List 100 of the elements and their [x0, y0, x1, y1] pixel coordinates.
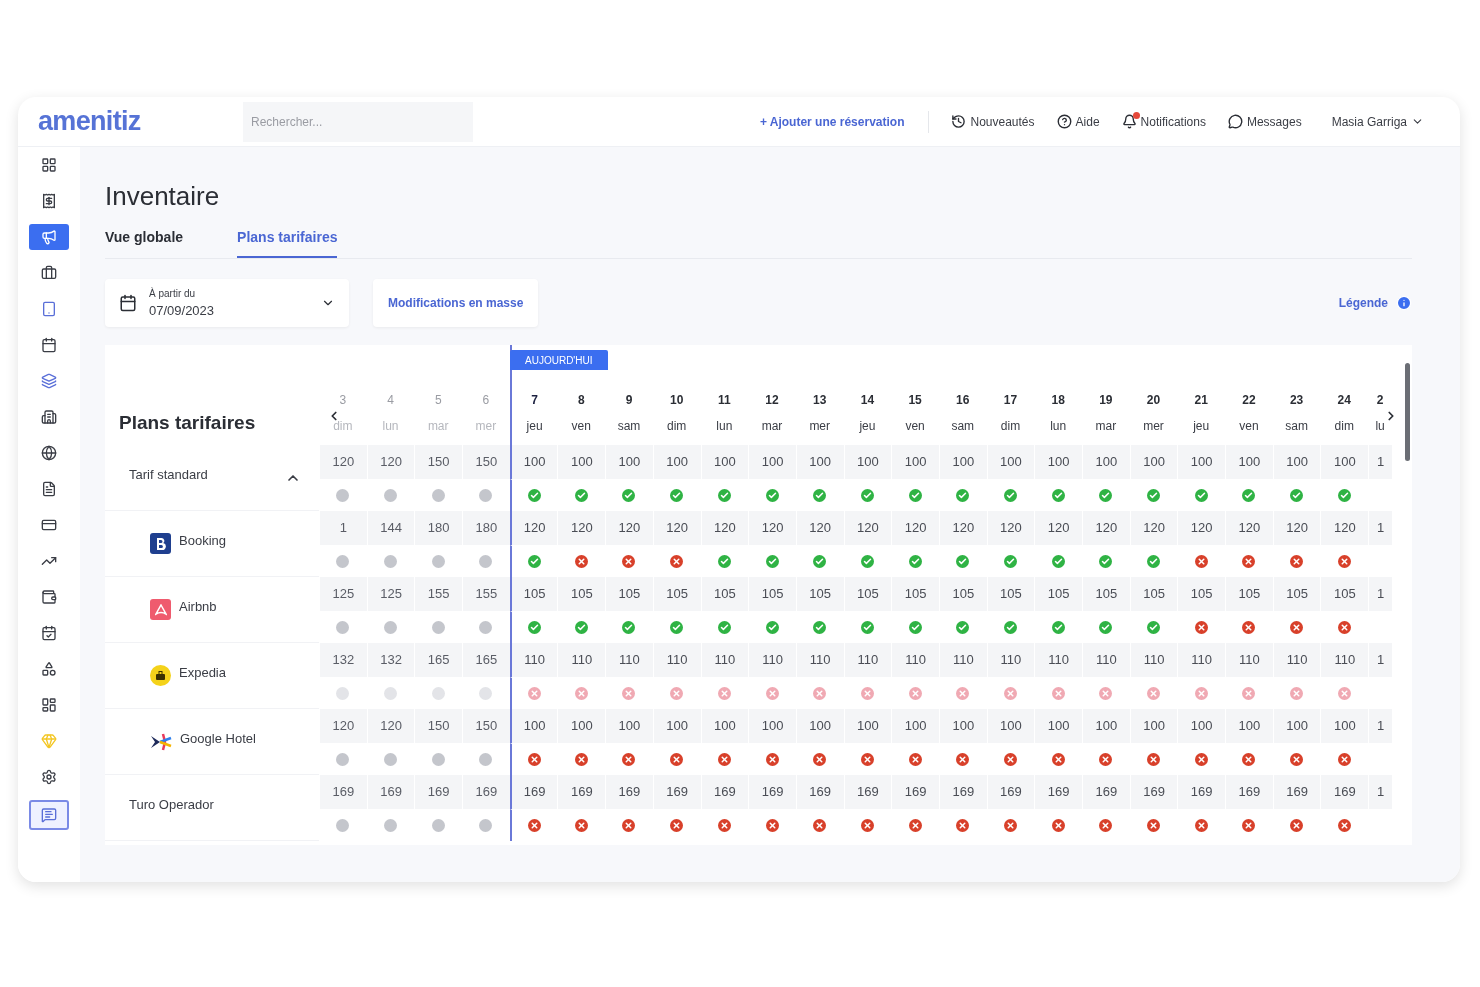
chat-icon	[1227, 114, 1243, 129]
gem-icon	[41, 733, 57, 749]
day-number: 24	[1337, 392, 1351, 409]
legend-link[interactable]: Légende	[1338, 294, 1412, 312]
dashboard-icon	[41, 697, 57, 713]
logo[interactable]: amenitiz	[18, 101, 243, 142]
info-icon	[1396, 295, 1412, 311]
weekday-label: lu	[1375, 418, 1385, 435]
grid-heading: Plans tarifaires	[119, 410, 256, 435]
day-number: 21	[1194, 392, 1208, 409]
today-badge: AUJOURD'HUI	[509, 350, 608, 370]
header-link[interactable]: Notifications	[1121, 112, 1206, 131]
weekday-label: dim	[1000, 418, 1021, 435]
tablet-icon	[41, 301, 57, 317]
weekday-label: sam	[1285, 418, 1308, 435]
calendar-icon	[41, 337, 57, 353]
document-icon	[41, 481, 57, 497]
bell-icon	[1121, 114, 1137, 129]
tab[interactable]: Plans tarifaires	[237, 227, 338, 258]
header-link[interactable]: Nouveautés	[951, 112, 1035, 131]
weekday-label: mer	[809, 418, 831, 435]
weekday-label: dim	[667, 418, 687, 435]
shapes-icon	[41, 661, 57, 677]
day-number: 14	[860, 392, 875, 409]
tab[interactable]: Vue globale	[105, 227, 184, 258]
globe-icon	[41, 445, 57, 461]
day-number: 22	[1242, 392, 1256, 409]
chat-icon	[41, 807, 57, 823]
price-cell[interactable]: 1	[1377, 782, 1385, 802]
weekday-label: ven	[571, 418, 591, 435]
card-icon	[41, 517, 57, 533]
wallet-icon	[41, 589, 57, 605]
add-booking-link[interactable]: + Ajouter une réservation	[759, 110, 930, 133]
weekday-label: jeu	[1193, 418, 1210, 435]
date-value: 07/09/2023	[149, 301, 215, 320]
weekday-label: dim	[1334, 418, 1354, 435]
price-cell[interactable]: 1	[1377, 650, 1385, 670]
weekday-label: dim	[333, 418, 353, 435]
day-number: 23	[1289, 392, 1304, 409]
day-number: 16	[956, 392, 970, 409]
weekday-label: jeu	[859, 418, 876, 435]
header-link[interactable]: Aide	[1056, 112, 1100, 131]
megaphone-icon	[41, 229, 57, 245]
day-number: 11	[718, 392, 731, 409]
b-logo-icon	[150, 533, 171, 554]
weekday-label: ven	[1239, 418, 1259, 435]
weekday-label: sam	[951, 418, 975, 435]
weekday-label: mer	[475, 418, 497, 435]
day-number: 13	[813, 392, 827, 409]
day-number: 17	[1003, 392, 1018, 409]
day-number: 19	[1099, 392, 1113, 409]
suitcase-logo-icon	[150, 665, 171, 686]
day-number: 18	[1051, 392, 1065, 409]
price-cell[interactable]: 1	[1377, 452, 1385, 472]
rate-plan-name: Google Hotel	[180, 729, 257, 748]
history-icon	[951, 114, 967, 129]
weekday-label: jeu	[526, 418, 543, 435]
calendar-check-icon	[41, 625, 57, 641]
day-number: 20	[1146, 392, 1161, 409]
weekday-label: ven	[905, 418, 925, 435]
date-label: À partir du	[149, 286, 196, 301]
calendar-icon	[119, 294, 137, 312]
day-number: 9	[625, 392, 633, 409]
day-number: 15	[908, 392, 922, 409]
price-cell[interactable]: 1	[1377, 584, 1385, 604]
user-menu[interactable]: Masia Garriga	[1331, 112, 1424, 131]
day-number: 4	[387, 392, 394, 409]
day-number: 10	[669, 392, 684, 409]
search-field[interactable]: Rechercher...	[243, 101, 473, 142]
bulk-edit-button[interactable]: Modifications en masse	[373, 279, 539, 327]
rate-plan-name: Airbnb	[179, 597, 218, 616]
help-icon	[1056, 114, 1072, 129]
weekday-label: sam	[617, 418, 641, 435]
layers-icon	[41, 373, 57, 389]
settings-icon	[41, 769, 57, 785]
price-cell[interactable]: 1	[1377, 716, 1385, 736]
rate-plan-name: Tarif standard	[129, 465, 209, 484]
rate-plan-name: Expedia	[179, 663, 227, 682]
price-cell[interactable]: 1	[339, 518, 347, 538]
weekday-label: lun	[716, 418, 733, 435]
rate-plan-name: Turo Operador	[129, 795, 215, 814]
date-picker[interactable]: À partir du 07/09/2023	[105, 279, 349, 327]
scrollbar[interactable]	[1405, 363, 1410, 461]
receipt-icon	[41, 193, 57, 209]
day-number: 5	[434, 392, 442, 409]
header-link[interactable]: Messages	[1227, 112, 1302, 131]
price-cell[interactable]: 1	[1377, 518, 1385, 538]
day-number: 6	[482, 392, 490, 409]
day-number: 2	[1376, 392, 1384, 409]
briefcase-icon	[41, 265, 57, 281]
weekday-label: lun	[382, 418, 399, 435]
rate-plan-name: Booking	[179, 531, 227, 550]
weekday-label: mer	[1143, 418, 1164, 435]
grid-icon	[41, 157, 57, 173]
day-number: 3	[339, 392, 347, 409]
day-number: 8	[577, 392, 585, 409]
weekday-label: mar	[761, 418, 783, 435]
day-number: 7	[531, 392, 538, 409]
weekday-label: lun	[1050, 418, 1067, 435]
day-number: 12	[765, 392, 779, 409]
